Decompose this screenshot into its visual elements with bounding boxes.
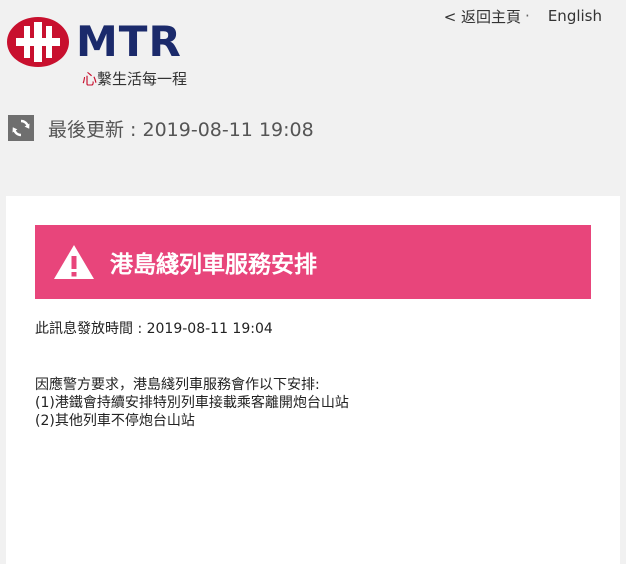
last-updated-text: 最後更新 : 2019-08-11 19:08 xyxy=(48,118,314,141)
logo-wordmark: MTR xyxy=(76,17,182,66)
back-home-link[interactable]: < 返回主頁 xyxy=(444,6,521,27)
refresh-button[interactable] xyxy=(8,115,34,141)
logo-tagline: 心繫生活每一程 xyxy=(82,70,187,88)
language-switch-link[interactable]: English xyxy=(548,7,602,25)
alert-title: 港島綫列車服務安排 xyxy=(110,252,317,278)
mtr-logo-icon xyxy=(7,17,69,67)
alert-banner: 港島綫列車服務安排 xyxy=(35,225,591,299)
issued-time: 此訊息發放時間 : 2019-08-11 19:04 xyxy=(35,321,273,337)
message-line: (2)其他列車不停炮台山站 xyxy=(35,413,195,429)
message-line: (1)港鐵會持續安排特別列車接載乘客離開炮台山站 xyxy=(35,395,349,411)
warning-icon xyxy=(54,245,94,279)
mtr-logo[interactable]: MTR 心繫生活每一程 xyxy=(6,16,206,92)
message-line: 因應警方要求，港島綫列車服務會作以下安排: xyxy=(35,377,320,393)
tagline-accent: 心 xyxy=(82,70,98,88)
nav-separator: · xyxy=(525,7,530,25)
top-nav: < 返回主頁 · English xyxy=(444,5,602,27)
refresh-icon xyxy=(12,119,30,137)
notice-card: 港島綫列車服務安排 此訊息發放時間 : 2019-08-11 19:04 因應警… xyxy=(6,196,620,564)
last-updated-row: 最後更新 : 2019-08-11 19:08 xyxy=(8,114,314,142)
notice-message: 因應警方要求，港島綫列車服務會作以下安排: (1)港鐵會持續安排特別列車接載乘客… xyxy=(35,376,349,430)
tagline-text: 繫生活每一程 xyxy=(97,70,188,88)
